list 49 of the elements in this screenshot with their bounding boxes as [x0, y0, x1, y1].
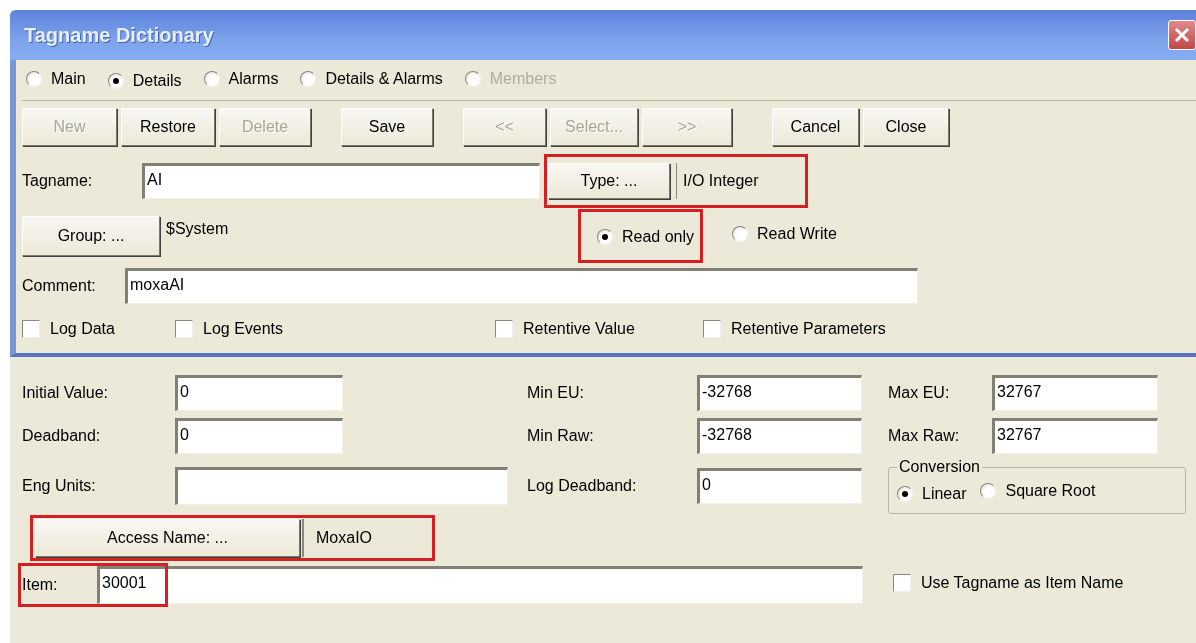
- radio-button[interactable]: Read only: [597, 227, 695, 246]
- field-label: Initial Value:: [22, 384, 108, 402]
- field-label: Max Raw:: [888, 427, 960, 445]
- input-field[interactable]: 32767: [992, 375, 1158, 411]
- field-label: Item:: [22, 576, 59, 594]
- field-label: Tagname:: [22, 171, 94, 190]
- radio-button[interactable]: Details: [107, 72, 182, 90]
- input-field[interactable]: -32768: [697, 418, 862, 454]
- button[interactable]: Save: [341, 108, 433, 146]
- radio-button[interactable]: Alarms: [203, 69, 279, 88]
- checkbox[interactable]: Retentive Parameters: [703, 319, 886, 338]
- field-label: Min EU:: [527, 384, 584, 402]
- type-value: I/O Integer: [676, 162, 759, 199]
- field-label: Min Raw:: [527, 427, 594, 445]
- button[interactable]: Cancel: [772, 108, 859, 146]
- radio-button[interactable]: Square Root: [980, 482, 1096, 500]
- input-field[interactable]: -32768: [697, 375, 862, 411]
- input-field[interactable]: AI: [142, 162, 540, 199]
- access-name-button[interactable]: Access Name: ...: [35, 519, 300, 557]
- field-label: Comment:: [22, 276, 97, 295]
- input-field[interactable]: 30001: [97, 566, 863, 604]
- checkbox[interactable]: Use Tagname as Item Name: [893, 574, 1124, 592]
- radio-button[interactable]: Read Write: [732, 225, 837, 243]
- radio-button[interactable]: Details & Alarms: [300, 69, 443, 88]
- input-field[interactable]: moxaAI: [125, 267, 918, 304]
- checkbox[interactable]: Retentive Value: [495, 319, 635, 338]
- checkbox[interactable]: Log Data: [22, 319, 115, 338]
- field-label: Log Deadband:: [527, 477, 637, 495]
- window-title: Tagname Dictionary: [24, 23, 214, 47]
- input-field[interactable]: 0: [175, 418, 343, 454]
- field-label: Deadband:: [22, 427, 101, 445]
- checkbox[interactable]: Log Events: [175, 319, 284, 338]
- close-icon: [1174, 27, 1190, 43]
- close-button[interactable]: [1168, 20, 1196, 50]
- group-button[interactable]: Group: ...: [22, 215, 160, 256]
- field-label: Max EU:: [888, 384, 950, 402]
- field-label: Eng Units:: [22, 477, 96, 495]
- input-field[interactable]: 0: [175, 375, 343, 411]
- button[interactable]: Restore: [121, 108, 215, 146]
- radio-button[interactable]: Main: [26, 69, 86, 88]
- input-field[interactable]: 0: [697, 468, 862, 504]
- group-title: Conversion: [898, 458, 981, 476]
- group-value: $System: [165, 219, 230, 239]
- access-name-value: MoxaIO: [302, 519, 372, 557]
- button[interactable]: Close: [863, 108, 949, 146]
- input-field[interactable]: 32767: [992, 418, 1158, 454]
- radio-button[interactable]: Linear: [897, 484, 967, 503]
- input-field[interactable]: [175, 467, 508, 505]
- type-button[interactable]: Type: ...: [548, 162, 670, 199]
